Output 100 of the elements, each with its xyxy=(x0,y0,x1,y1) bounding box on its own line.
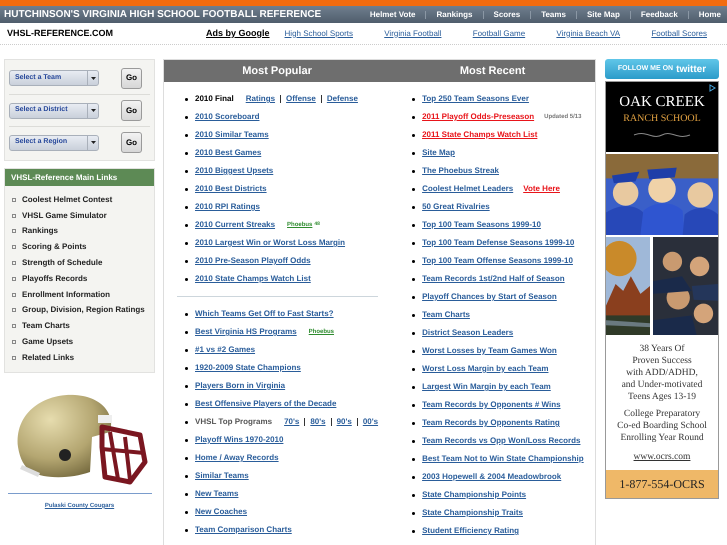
page-link[interactable]: 00's xyxy=(362,416,378,428)
page-link[interactable]: 50 Great Rivalries xyxy=(422,201,490,213)
page-link[interactable]: Offense xyxy=(286,93,316,105)
page-link[interactable]: 2010 RPI Ratings xyxy=(195,201,260,213)
ad-link[interactable]: High School Sports xyxy=(284,28,353,40)
bullet-icon xyxy=(412,224,416,226)
ad-link[interactable]: Virginia Football xyxy=(384,28,442,40)
page-link[interactable]: Which Teams Get Off to Fast Starts? xyxy=(195,308,334,320)
page-link[interactable]: New Teams xyxy=(195,488,238,500)
bullet-icon xyxy=(185,134,188,136)
page-link[interactable]: State Championship Traits xyxy=(422,507,523,519)
page-link[interactable]: Players Born in Virginia xyxy=(195,380,286,392)
page-link[interactable]: Student Efficiency Rating xyxy=(422,525,519,537)
nav-link[interactable]: Site Map xyxy=(586,8,620,20)
main-link[interactable]: Strength of Schedule xyxy=(22,257,102,270)
page-link[interactable]: District Season Leaders xyxy=(422,327,514,339)
page-link[interactable]: 2010 Pre-Season Playoff Odds xyxy=(195,255,311,267)
page-link[interactable]: Worst Loss Margin by each Team xyxy=(422,363,548,375)
ad-text: Teens Ages 13-19 xyxy=(628,391,696,403)
page-link[interactable]: Defense xyxy=(326,93,358,105)
page-link[interactable]: 90's xyxy=(336,416,352,428)
caret-icon xyxy=(90,76,96,80)
page-link[interactable]: Worst Losses by Team Games Won xyxy=(422,345,557,357)
nav-link[interactable]: Helmet Vote xyxy=(370,8,416,20)
page-link[interactable]: The Phoebus Streak xyxy=(422,165,499,177)
main-link[interactable]: Enrollment Information xyxy=(22,288,110,301)
page-link[interactable]: Top 100 Team Offense Seasons 1999-10 xyxy=(422,255,573,267)
page-link[interactable]: 2010 Largest Win or Worst Loss Margin xyxy=(195,237,346,249)
page-link[interactable]: Coolest Helmet Leaders xyxy=(422,183,514,195)
page-link[interactable]: Similar Teams xyxy=(195,470,249,482)
page-link[interactable]: 2010 Scoreboard xyxy=(195,111,260,123)
ad-school-name: OAK CREEK xyxy=(619,94,705,110)
page-link[interactable]: 2010 Similar Teams xyxy=(195,129,269,141)
ad-url-link[interactable]: www.ocrs.com xyxy=(634,450,690,464)
go-button[interactable]: Go xyxy=(121,100,142,121)
ad-link[interactable]: Football Game xyxy=(472,28,526,40)
bullet-icon xyxy=(185,242,188,244)
nav-link[interactable]: Feedback xyxy=(640,8,678,20)
page-link[interactable]: Best Virginia HS Programs xyxy=(195,326,297,338)
page-link[interactable]: Largest Win Margin by each Team xyxy=(422,381,551,393)
ads-label: Ads by Google xyxy=(206,26,270,40)
page-link[interactable]: Playoff Wins 1970-2010 xyxy=(195,434,284,446)
page-link[interactable]: 2011 State Champs Watch List xyxy=(422,129,538,141)
page-link[interactable]: 2010 Best Districts xyxy=(195,183,267,195)
main-link[interactable]: Team Charts xyxy=(22,320,70,332)
page-link[interactable]: #1 vs #2 Games xyxy=(195,344,256,356)
page-link[interactable]: 1920-2009 State Champions xyxy=(195,362,301,374)
page-link[interactable]: Top 100 Team Seasons 1999-10 xyxy=(422,219,541,231)
page-link[interactable]: Team Comparison Charts xyxy=(195,524,292,536)
square-bullet-icon xyxy=(12,356,16,360)
page-link[interactable]: 2011 Playoff Odds-Preseason xyxy=(422,111,534,123)
ad-link[interactable]: Virginia Beach VA xyxy=(556,28,620,40)
site-title: HUTCHINSON'S VIRGINIA HIGH SCHOOL FOOTBALL REFERENCE xyxy=(4,8,322,22)
nav-link[interactable]: Rankings xyxy=(436,8,472,20)
page-link[interactable]: 70's xyxy=(284,416,300,428)
item-label: VHSL Top Programs xyxy=(195,416,272,428)
bullet-icon xyxy=(412,332,416,334)
page-link[interactable]: Team Charts xyxy=(422,309,470,321)
page-link[interactable]: 2010 State Champs Watch List xyxy=(195,273,311,285)
page-link[interactable]: Team Records by Opponents Rating xyxy=(422,417,560,429)
page-link[interactable]: State Championship Points xyxy=(422,489,526,501)
page-link[interactable]: 2010 Biggest Upsets xyxy=(195,165,274,177)
nav-link[interactable]: Home xyxy=(698,8,721,20)
page-link[interactable]: Best Team Not to Win State Championship xyxy=(422,453,584,465)
page-link[interactable]: Ratings xyxy=(246,93,276,105)
ad-link[interactable]: Football Scores xyxy=(651,28,707,40)
page-link[interactable]: Team Records by Opponents # Wins xyxy=(422,399,561,411)
bullet-icon xyxy=(185,492,188,496)
page-link[interactable]: Team Records vs Opp Won/Loss Records xyxy=(422,435,580,447)
main-link[interactable]: Group, Division, Region Ratings xyxy=(22,304,145,316)
page-link[interactable]: 2003 Hopewell & 2004 Meadowbrook xyxy=(422,471,562,483)
panel-title: VHSL-Reference Main Links xyxy=(5,169,154,186)
main-link[interactable]: Coolest Helmet Contest xyxy=(22,194,112,206)
bullet-icon xyxy=(412,116,416,118)
page-link[interactable]: New Coaches xyxy=(195,506,248,518)
page-link[interactable]: 80's xyxy=(310,416,326,428)
page-link[interactable]: Team Records 1st/2nd Half of Season xyxy=(422,273,565,285)
main-link[interactable]: Rankings xyxy=(22,225,58,238)
nav-link[interactable]: Teams xyxy=(541,8,566,20)
ad-text: College Preparatory xyxy=(624,408,700,420)
main-link[interactable]: Scoring & Points xyxy=(22,241,86,254)
page-link[interactable]: 2010 Current Streaks xyxy=(195,219,276,231)
page-link[interactable]: Top 100 Team Defense Seasons 1999-10 xyxy=(422,237,574,249)
go-button[interactable]: Go xyxy=(121,68,142,88)
page-link[interactable]: Top 250 Team Seasons Ever xyxy=(422,93,529,105)
page-link[interactable]: 2010 Best Games xyxy=(195,147,262,159)
page-link[interactable]: Playoff Chances by Start of Season xyxy=(422,291,557,303)
caret-icon xyxy=(90,141,96,144)
vote-link[interactable]: Vote Here xyxy=(523,183,560,195)
square-bullet-icon xyxy=(12,276,16,281)
page-link[interactable]: Site Map xyxy=(422,147,455,159)
main-link[interactable]: Playoffs Records xyxy=(22,272,88,285)
nav-link[interactable]: Scores xyxy=(494,8,520,20)
main-link[interactable]: VHSL Game Simulator xyxy=(22,210,107,222)
page-link[interactable]: Home / Away Records xyxy=(195,452,279,464)
bullet-icon xyxy=(185,312,188,316)
page-link[interactable]: Best Offensive Players of the Decade xyxy=(195,398,336,410)
main-link[interactable]: Game Upsets xyxy=(22,336,74,348)
go-button[interactable]: Go xyxy=(121,132,142,153)
main-link[interactable]: Related Links xyxy=(22,352,74,364)
